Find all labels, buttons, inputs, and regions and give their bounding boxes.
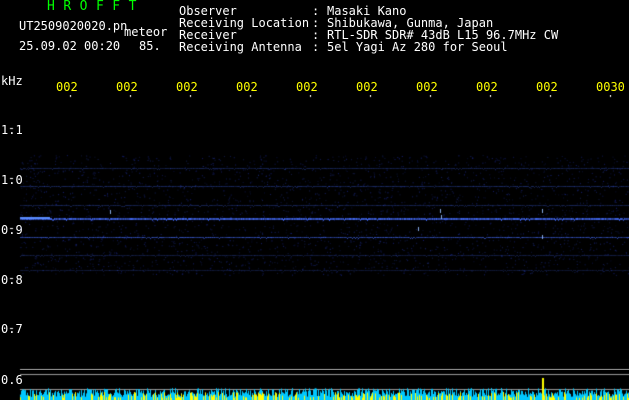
time-tick-label: 002	[416, 80, 438, 94]
spectrogram-display	[0, 95, 629, 370]
time-tick-label: 002	[476, 80, 498, 94]
time-tick-label: 002	[56, 80, 78, 94]
observation-datetime: 25.09.02 00:20	[19, 39, 121, 53]
time-tick-label: 0030	[596, 80, 625, 94]
time-tick-label: 002	[296, 80, 318, 94]
time-tick-label: 002	[536, 80, 558, 94]
time-tick-label: 002	[236, 80, 258, 94]
echo-count: 85.	[139, 39, 161, 53]
file-suffix: meteor	[124, 25, 168, 39]
time-tick-label: 002	[116, 80, 138, 94]
station-value: 5el Yagi Az 280 for Seoul	[327, 40, 508, 54]
file-name: UT2509020020.pn	[19, 19, 128, 33]
station-label: Receiving Antenna	[179, 40, 302, 54]
noise-baseline	[0, 370, 629, 400]
app-title: HROFFT	[47, 0, 145, 14]
station-colon: :	[312, 40, 320, 54]
freq-unit-label: kHz	[1, 74, 23, 88]
time-tick-label: 002	[176, 80, 198, 94]
time-tick-label: 002	[356, 80, 378, 94]
